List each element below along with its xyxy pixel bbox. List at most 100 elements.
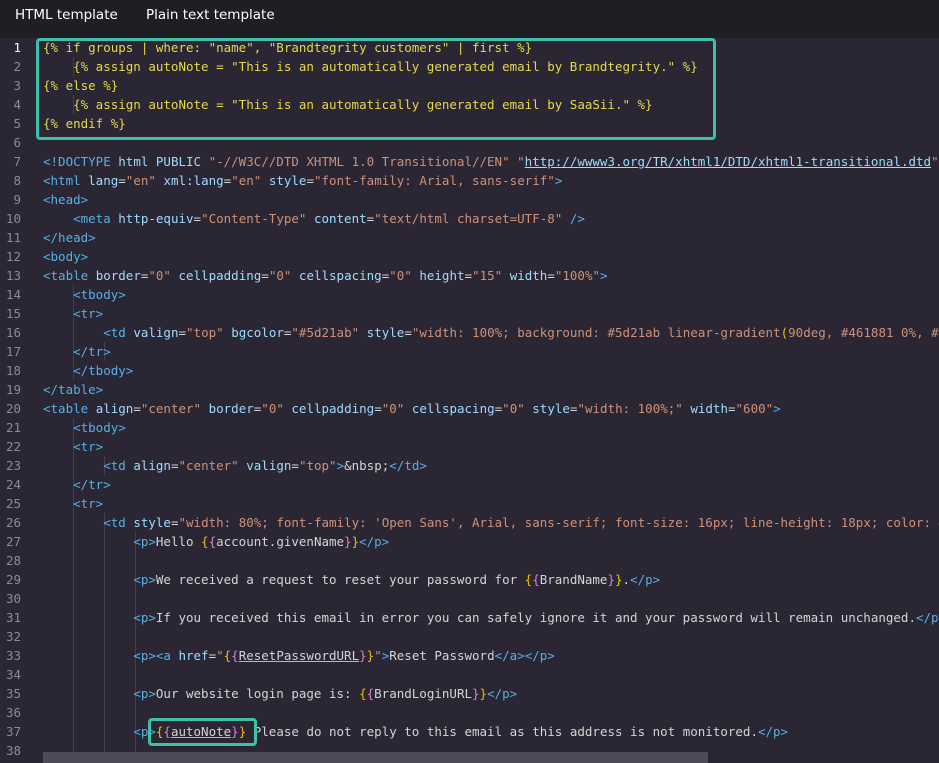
code-line: <tbody> <box>43 418 126 437</box>
code-token: "0" <box>381 401 405 416</box>
code-token: Hello <box>155 534 202 549</box>
code-token: = <box>208 648 217 663</box>
code-area[interactable]: {% if groups | where: "name", "Brandtegr… <box>43 38 939 763</box>
code-token: <p> <box>133 686 156 701</box>
code-token: <table <box>43 401 96 416</box>
code-token: "width: 100%; background: #5d21ab linear… <box>411 325 781 340</box>
code-token: lang <box>88 173 119 188</box>
code-token: height <box>419 268 465 283</box>
line-number: 21 <box>5 420 21 435</box>
code-token: { <box>163 724 171 739</box>
code-token: {% assign autoNote = "This is an automat… <box>43 97 653 112</box>
code-token: } <box>231 724 239 739</box>
code-token: style <box>532 401 570 416</box>
code-token: <p> <box>133 534 156 549</box>
code-line: </table> <box>43 380 103 399</box>
line-number: 8 <box>13 173 21 188</box>
line-number: 6 <box>13 135 21 150</box>
line-number: 38 <box>5 743 21 758</box>
code-token: align <box>133 458 171 473</box>
line-number: 1 <box>13 40 21 55</box>
line-number: 10 <box>5 211 21 226</box>
code-token: http-equiv <box>118 211 194 226</box>
code-token: cellspacing <box>298 268 382 283</box>
code-token: bgcolor <box>231 325 284 340</box>
code-token: "0" <box>268 268 292 283</box>
line-number: 20 <box>5 401 21 416</box>
code-token: 90deg, #461881 0%, #5d21ab 100% <box>788 325 939 340</box>
line-number: 30 <box>5 591 21 606</box>
code-line: {% assign autoNote = "This is an automat… <box>43 57 698 76</box>
code-token: align <box>95 401 134 416</box>
code-token: href <box>178 648 209 663</box>
line-number: 3 <box>13 78 21 93</box>
code-line: <p>{{autoNote}} Please do not reply to t… <box>43 722 788 741</box>
code-token: "#5d21ab" <box>291 325 360 340</box>
code-token: " <box>374 648 382 663</box>
code-token: We received a request to reset your pass… <box>155 572 525 587</box>
code-token: > <box>600 268 608 283</box>
horizontal-scrollbar[interactable] <box>43 752 708 763</box>
code-token: > <box>554 173 563 188</box>
line-number: 37 <box>5 724 21 739</box>
code-line: <tr> <box>43 437 103 456</box>
line-number: 22 <box>5 439 21 454</box>
code-token: } <box>607 572 615 587</box>
code-token[interactable]: http://wwww3.org/TR/xhtml1/DTD/xhtml1-tr… <box>525 154 931 169</box>
line-number: 4 <box>13 97 21 112</box>
code-token: </tr> <box>73 344 111 359</box>
code-token: <p> <box>133 572 156 587</box>
code-editor[interactable]: 1 2 3 4 5 6 7 8 9 10 11 12 13 14 15 16 17 18 19 20 21 22 23 24 2… <box>0 38 939 763</box>
code-token: = <box>306 173 314 188</box>
code-token: "Content-Type" <box>201 211 307 226</box>
code-token: "en" <box>125 173 156 188</box>
code-token: </tbody> <box>73 363 134 378</box>
code-token: style <box>268 173 307 188</box>
code-token: = <box>118 173 126 188</box>
code-line: <p>Our website login page is: {{BrandLog… <box>43 684 517 703</box>
code-token: ResetPasswordURL <box>238 648 360 663</box>
code-token: "top" <box>298 458 337 473</box>
code-token: " <box>517 154 525 169</box>
line-number: 13 <box>5 268 21 283</box>
code-token: </head> <box>43 230 96 245</box>
code-token: </p> <box>359 534 390 549</box>
code-token: style <box>366 325 405 340</box>
code-line: {% assign autoNote = "This is an automat… <box>43 95 653 114</box>
line-number: 18 <box>5 363 21 378</box>
code-token: </p> <box>757 724 789 739</box>
code-token: style <box>133 515 171 530</box>
code-token: BrandName <box>539 572 608 587</box>
code-token: width <box>690 401 728 416</box>
line-number: 24 <box>5 477 21 492</box>
code-token: {% if groups | where: "name", "Brandtegr… <box>43 40 533 55</box>
code-line: <body> <box>43 247 88 266</box>
template-tabs: HTML template Plain text template <box>0 0 939 38</box>
code-token: <td <box>103 458 134 473</box>
code-token: = <box>261 268 269 283</box>
code-token: "-//W3C//DTD XHTML 1.0 Transitional//EN" <box>208 154 510 169</box>
code-token: "0" <box>148 268 171 283</box>
code-token: "center" <box>140 401 202 416</box>
code-token: "top" <box>186 325 224 340</box>
code-token: /> <box>562 211 585 226</box>
code-token: valign <box>133 325 179 340</box>
tab-plain-text-template[interactable]: Plain text template <box>146 7 275 23</box>
code-line: </head> <box>43 228 96 247</box>
code-line: {% else %} <box>43 76 118 95</box>
code-token: = <box>193 211 202 226</box>
code-token: > <box>336 458 345 473</box>
code-token: = <box>133 401 141 416</box>
code-token: } <box>359 648 367 663</box>
tab-html-template[interactable]: HTML template <box>15 7 118 23</box>
code-token: "15" <box>472 268 503 283</box>
line-number: 36 <box>5 705 21 720</box>
